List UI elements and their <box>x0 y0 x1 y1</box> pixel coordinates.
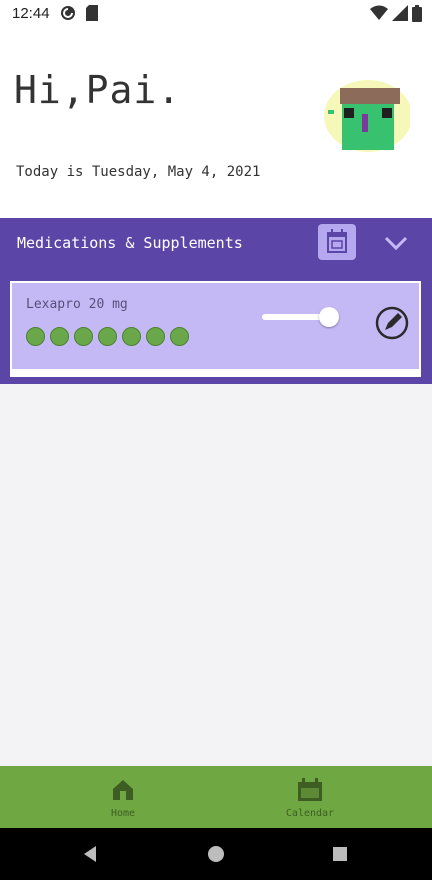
edit-button[interactable] <box>374 305 410 341</box>
toggle-knob <box>319 307 339 327</box>
chevron-down-icon <box>384 236 408 251</box>
wifi-icon <box>370 5 388 25</box>
nav-home[interactable]: Home <box>88 766 158 828</box>
medication-name: Lexapro 20 mg <box>26 297 128 312</box>
dose-dot[interactable] <box>146 327 165 346</box>
dose-dot[interactable] <box>122 327 141 346</box>
bottom-navigation: Home Calendar <box>0 766 432 828</box>
edit-icon <box>375 306 409 340</box>
medication-card[interactable]: Lexapro 20 mg <box>10 281 421 371</box>
dose-dot[interactable] <box>170 327 189 346</box>
panel-title: Medications & Supplements <box>17 234 243 252</box>
calendar-button[interactable] <box>318 224 356 260</box>
medications-panel: Medications & Supplements Lexapro 20 mg <box>0 218 432 384</box>
medication-toggle[interactable] <box>250 305 346 329</box>
dose-dot[interactable] <box>74 327 93 346</box>
status-time: 12:44 <box>12 5 50 22</box>
greeting-text: Hi,Pai. <box>14 68 182 112</box>
nav-calendar-label: Calendar <box>285 808 335 819</box>
pixel-avatar-icon <box>324 80 412 152</box>
signal-icon <box>392 5 408 25</box>
home-circle-icon[interactable] <box>206 844 226 864</box>
home-icon <box>113 780 133 800</box>
system-navigation-bar <box>0 828 432 880</box>
nav-home-label: Home <box>110 808 136 819</box>
collapse-button[interactable] <box>384 234 408 252</box>
date-text: Today is Tuesday, May 4, 2021 <box>16 164 261 180</box>
dose-tracker <box>26 327 189 346</box>
card-divider <box>10 371 421 377</box>
dose-dot[interactable] <box>98 327 117 346</box>
dose-dot[interactable] <box>50 327 69 346</box>
greeting-header: Hi,Pai. Today is Tuesday, May 4, 2021 <box>0 28 432 218</box>
battery-icon <box>412 5 422 26</box>
calendar-icon <box>327 229 347 253</box>
dose-dot[interactable] <box>26 327 45 346</box>
sd-card-icon <box>86 5 98 25</box>
sync-icon <box>60 5 76 25</box>
back-icon[interactable] <box>80 844 100 864</box>
avatar[interactable] <box>318 74 412 156</box>
recents-icon[interactable] <box>330 844 350 864</box>
nav-calendar[interactable]: Calendar <box>262 766 358 828</box>
status-bar: 12:44 <box>0 0 432 28</box>
calendar-icon <box>298 778 322 801</box>
